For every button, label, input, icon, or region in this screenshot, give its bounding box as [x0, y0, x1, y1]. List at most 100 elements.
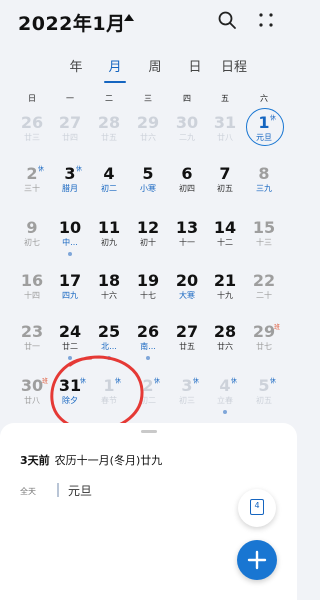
- app-header: 2022年1月: [0, 0, 297, 44]
- lunar-label: 腊月: [62, 184, 78, 193]
- more-icon[interactable]: [256, 10, 276, 30]
- day-number: 26: [20, 113, 44, 132]
- lunar-label: 十九: [217, 291, 233, 300]
- calendar-day[interactable]: 7 初五: [204, 158, 246, 204]
- day-number: 6: [181, 164, 193, 183]
- day-number: 13: [175, 218, 199, 237]
- lunar-label: 二九: [179, 133, 195, 142]
- day-number: 27: [58, 113, 82, 132]
- holiday-tag: 休: [38, 166, 45, 173]
- weekday-fri: 五: [221, 94, 229, 103]
- day-number: 29: [136, 113, 160, 132]
- calendar-day[interactable]: 6 初四: [166, 158, 208, 204]
- lunar-label: 十七: [140, 291, 156, 300]
- calendar-day[interactable]: 4 立春 休: [204, 370, 246, 416]
- day-number: 11: [97, 218, 121, 237]
- calendar-day[interactable]: 18 十六: [88, 265, 130, 311]
- lunar-label: 初五: [256, 396, 272, 405]
- day-number: 7: [219, 164, 231, 183]
- day-number: 21: [213, 271, 237, 290]
- search-icon[interactable]: [217, 10, 237, 30]
- go-to-today-button[interactable]: 4: [238, 489, 276, 527]
- calendar-day[interactable]: 3 初三 休: [166, 370, 208, 416]
- weekday-sun: 日: [28, 94, 36, 103]
- calendar-day[interactable]: 13 十一: [166, 212, 208, 258]
- calendar-day[interactable]: 30 二九: [166, 107, 208, 153]
- lunar-label: 三九: [256, 184, 272, 193]
- calendar-day[interactable]: 16 十四: [11, 265, 53, 311]
- lunar-label: 廿五: [179, 342, 195, 351]
- calendar-day[interactable]: 19 十七: [127, 265, 169, 311]
- holiday-tag: 休: [154, 378, 161, 385]
- lunar-label: 十一: [179, 238, 195, 247]
- lunar-label: 廿五: [101, 133, 117, 142]
- calendar-day[interactable]: 28 廿六: [204, 316, 246, 362]
- lunar-label: 初三: [179, 396, 195, 405]
- day-number: 8: [258, 164, 270, 183]
- lunar-label: 小寒: [140, 184, 156, 193]
- lunar-label: 十四: [24, 291, 40, 300]
- tab-day[interactable]: 日: [175, 56, 215, 75]
- calendar-day[interactable]: 9 初七: [11, 212, 53, 258]
- calendar-day[interactable]: 12 初十: [127, 212, 169, 258]
- calendar-day[interactable]: 15 十三: [243, 212, 285, 258]
- lunar-label: 初二: [101, 184, 117, 193]
- calendar-day[interactable]: 22 二十: [243, 265, 285, 311]
- day-number: 9: [26, 218, 38, 237]
- calendar-day[interactable]: 5 初五 休: [243, 370, 285, 416]
- lunar-label: 南...: [140, 342, 156, 351]
- calendar-day[interactable]: 20 大寒: [166, 265, 208, 311]
- calendar-day[interactable]: 28 廿五: [88, 107, 130, 153]
- lunar-label: 十六: [101, 291, 117, 300]
- lunar-label: 廿四: [62, 133, 78, 142]
- day-number: 26: [136, 322, 160, 341]
- holiday-tag: 休: [76, 166, 83, 173]
- day-number: 2: [26, 164, 38, 183]
- today-indicator: [246, 108, 284, 146]
- day-number: 25: [97, 322, 121, 341]
- tab-schedule[interactable]: 日程: [214, 56, 254, 75]
- weekday-tue: 二: [105, 94, 113, 103]
- lunar-label: 廿二: [62, 342, 78, 351]
- calendar-day[interactable]: 3 腊月 休: [49, 158, 91, 204]
- calendar-day[interactable]: 26 廿三: [11, 107, 53, 153]
- calendar-day[interactable]: 11 初九: [88, 212, 130, 258]
- calendar-day[interactable]: 21 十九: [204, 265, 246, 311]
- day-number: 19: [136, 271, 160, 290]
- lunar-label: 大寒: [179, 291, 195, 300]
- month-title[interactable]: 2022年1月: [18, 9, 126, 36]
- calendar-day[interactable]: 29 廿七班: [243, 316, 285, 362]
- tab-year[interactable]: 年: [56, 56, 96, 75]
- day-number: 12: [136, 218, 160, 237]
- calendar-day[interactable]: 4 初二: [88, 158, 130, 204]
- day-number: 3: [181, 376, 193, 395]
- caret-up-icon[interactable]: [124, 14, 134, 21]
- day-number: 16: [20, 271, 44, 290]
- day-number: 28: [213, 322, 237, 341]
- calendar-day[interactable]: 10 中...: [49, 212, 91, 258]
- calendar-day[interactable]: 17 四九: [49, 265, 91, 311]
- add-event-button[interactable]: [237, 540, 277, 580]
- day-number: 4: [219, 376, 231, 395]
- lunar-label: 立春: [217, 396, 233, 405]
- drag-handle[interactable]: [141, 430, 157, 433]
- day-number: 20: [175, 271, 199, 290]
- event-title[interactable]: 元旦: [68, 482, 92, 499]
- lunar-label: 廿六: [140, 133, 156, 142]
- holiday-tag: 休: [270, 378, 277, 385]
- calendar-day[interactable]: 27 廿四: [49, 107, 91, 153]
- weekday-mon: 一: [66, 94, 74, 103]
- tab-week[interactable]: 周: [135, 56, 175, 75]
- calendar-day[interactable]: 29 廿六: [127, 107, 169, 153]
- calendar-day[interactable]: 2 三十 休: [11, 158, 53, 204]
- tab-month[interactable]: 月: [95, 56, 135, 75]
- day-number: 28: [97, 113, 121, 132]
- calendar-day[interactable]: 5 小寒: [127, 158, 169, 204]
- calendar-day[interactable]: 27 廿五: [166, 316, 208, 362]
- calendar-day[interactable]: 31 廿八: [204, 107, 246, 153]
- calendar-day[interactable]: 14 十二: [204, 212, 246, 258]
- day-number: 10: [58, 218, 82, 237]
- day-number: 5: [142, 164, 154, 183]
- calendar-day[interactable]: 8 三九: [243, 158, 285, 204]
- lunar-label: 十三: [256, 238, 272, 247]
